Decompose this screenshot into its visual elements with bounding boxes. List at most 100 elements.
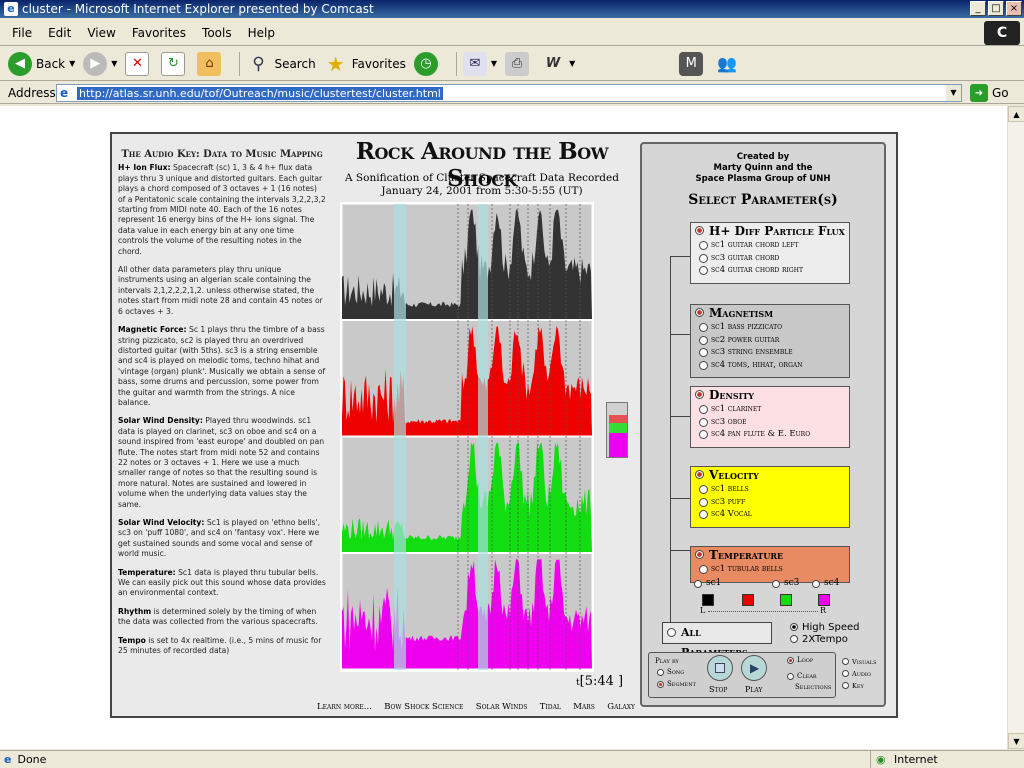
favorites-button[interactable]: ★ Favorites [324, 52, 406, 76]
menu-tools[interactable]: Tools [202, 26, 232, 40]
param-option[interactable]: sc1 tubular bells [691, 563, 849, 576]
sc4-radio[interactable] [812, 580, 820, 588]
param-heading[interactable]: Temperature [691, 547, 849, 563]
refresh-button[interactable]: ↻ [161, 51, 189, 76]
back-button[interactable]: ◀ Back ▼ [8, 51, 75, 76]
play-by-song-radio[interactable] [657, 669, 664, 676]
clear-selections-radio[interactable] [787, 673, 794, 680]
data-plot-stack[interactable] [340, 202, 594, 672]
menu-favorites[interactable]: Favorites [132, 26, 186, 40]
print-button[interactable]: ⎙ [505, 51, 533, 76]
param-option[interactable]: sc1 bells [691, 483, 849, 496]
messenger-m-button[interactable]: M [679, 51, 707, 76]
ie-icon: e [4, 2, 18, 16]
status-page-icon: e [4, 753, 12, 766]
param-option[interactable]: sc1 guitar chord left [691, 239, 849, 252]
tidal-link[interactable]: Tidal [540, 702, 561, 712]
2x-tempo-option[interactable]: 2XTempo [790, 634, 860, 646]
param-option[interactable]: sc4 Vocal [691, 508, 849, 521]
go-button[interactable]: ➜ Go [970, 84, 1009, 102]
sc4-color-swatch [818, 594, 830, 606]
all-parameters-radio[interactable] [667, 628, 676, 637]
param-option[interactable]: sc1 bass pizzicato [691, 321, 849, 334]
minimize-button[interactable]: _ [970, 1, 986, 16]
plot-thumbnail[interactable] [606, 402, 628, 458]
mars-link[interactable]: Mars [573, 702, 595, 712]
menu-help[interactable]: Help [248, 26, 275, 40]
option-radio[interactable] [699, 417, 708, 427]
param-heading[interactable]: H+ Diff Particle Flux [691, 223, 849, 239]
visuals-radio[interactable] [842, 658, 849, 665]
param-option[interactable]: sc4 pan flute & E. Euro [691, 428, 849, 441]
param-option[interactable]: sc2 power guitar [691, 334, 849, 347]
menu-file[interactable]: File [12, 26, 32, 40]
param-option[interactable]: sc1 clarinet [691, 403, 849, 416]
audio-radio[interactable] [842, 670, 849, 677]
option-radio[interactable] [699, 510, 708, 519]
option-radio[interactable] [699, 253, 708, 263]
option-radio[interactable] [699, 335, 708, 345]
solar-winds-link[interactable]: Solar Winds [476, 702, 528, 712]
param-option[interactable]: sc3 oboe [691, 416, 849, 429]
param-heading[interactable]: Magnetism [691, 305, 849, 321]
sc3-radio[interactable] [772, 580, 780, 588]
param-radio[interactable] [695, 550, 704, 559]
home-icon: ⌂ [197, 51, 222, 76]
param-radio[interactable] [695, 390, 704, 399]
maximize-button[interactable]: □ [988, 1, 1004, 16]
segment-highlight [394, 204, 406, 670]
key-radio[interactable] [842, 682, 849, 689]
option-radio[interactable] [699, 266, 708, 275]
scroll-down-icon[interactable]: ▼ [1008, 733, 1024, 749]
learn-more-link[interactable]: Learn more... [317, 702, 372, 712]
param-option[interactable]: sc4 guitar chord right [691, 264, 849, 277]
param-heading[interactable]: Velocity [691, 467, 849, 483]
vertical-scrollbar[interactable]: ▲ ▼ [1007, 106, 1024, 749]
option-radio[interactable] [699, 323, 708, 332]
forward-button[interactable]: ▶ ▼ [83, 51, 117, 76]
menu-view[interactable]: View [87, 26, 115, 40]
menu-edit[interactable]: Edit [48, 26, 71, 40]
stop-playback-button[interactable] [707, 655, 733, 681]
param-radio[interactable] [695, 308, 704, 317]
audio-key-paragraph: Rhythm is determined solely by the timin… [118, 606, 318, 627]
high-speed-option[interactable]: High Speed [790, 622, 860, 634]
address-dropdown-icon[interactable]: ▼ [946, 85, 961, 101]
option-radio[interactable] [699, 348, 708, 357]
option-radio[interactable] [699, 485, 708, 494]
search-button[interactable]: ⚲ Search [246, 52, 315, 76]
param-option[interactable]: sc4 toms, hihat, organ [691, 359, 849, 372]
option-radio[interactable] [699, 430, 708, 439]
history-button[interactable]: ◷ [413, 51, 442, 76]
history-icon: ◷ [413, 51, 438, 76]
play-button[interactable]: ▶ [741, 655, 767, 681]
stop-icon: ✕ [125, 51, 150, 76]
word-icon: W [545, 56, 561, 71]
param-option[interactable]: sc3 string ensemble [691, 346, 849, 359]
address-input[interactable]: e http://atlas.sr.unh.edu/tof/Outreach/m… [56, 84, 962, 102]
option-radio[interactable] [699, 565, 708, 574]
home-button[interactable]: ⌂ [197, 51, 225, 76]
messenger-button[interactable]: 👥 [715, 52, 743, 76]
scroll-up-icon[interactable]: ▲ [1008, 106, 1024, 122]
param-option[interactable]: sc3 guitar chord [691, 252, 849, 265]
param-heading[interactable]: Density [691, 387, 849, 403]
option-radio[interactable] [699, 241, 708, 250]
edit-word-button[interactable]: W ▼ [541, 52, 575, 76]
sc1-radio[interactable] [694, 580, 702, 588]
option-radio[interactable] [699, 405, 708, 414]
loop-radio[interactable] [787, 657, 794, 664]
option-radio[interactable] [699, 360, 708, 370]
param-option[interactable]: sc3 puff [691, 496, 849, 509]
play-by-segment-radio[interactable] [657, 681, 664, 688]
bow-shock-science-link[interactable]: Bow Shock Science [384, 702, 463, 712]
mail-button[interactable]: ✉ ▼ [462, 51, 497, 76]
audio-key-paragraph: All other data parameters play thru uniq… [118, 265, 323, 316]
param-radio[interactable] [695, 470, 704, 479]
close-button[interactable]: × [1006, 1, 1022, 16]
all-parameters-button[interactable]: All Parameters [662, 622, 772, 659]
galaxy-link[interactable]: Galaxy [607, 702, 635, 712]
option-radio[interactable] [699, 497, 708, 507]
param-radio[interactable] [695, 226, 704, 235]
stop-button[interactable]: ✕ [125, 51, 153, 76]
